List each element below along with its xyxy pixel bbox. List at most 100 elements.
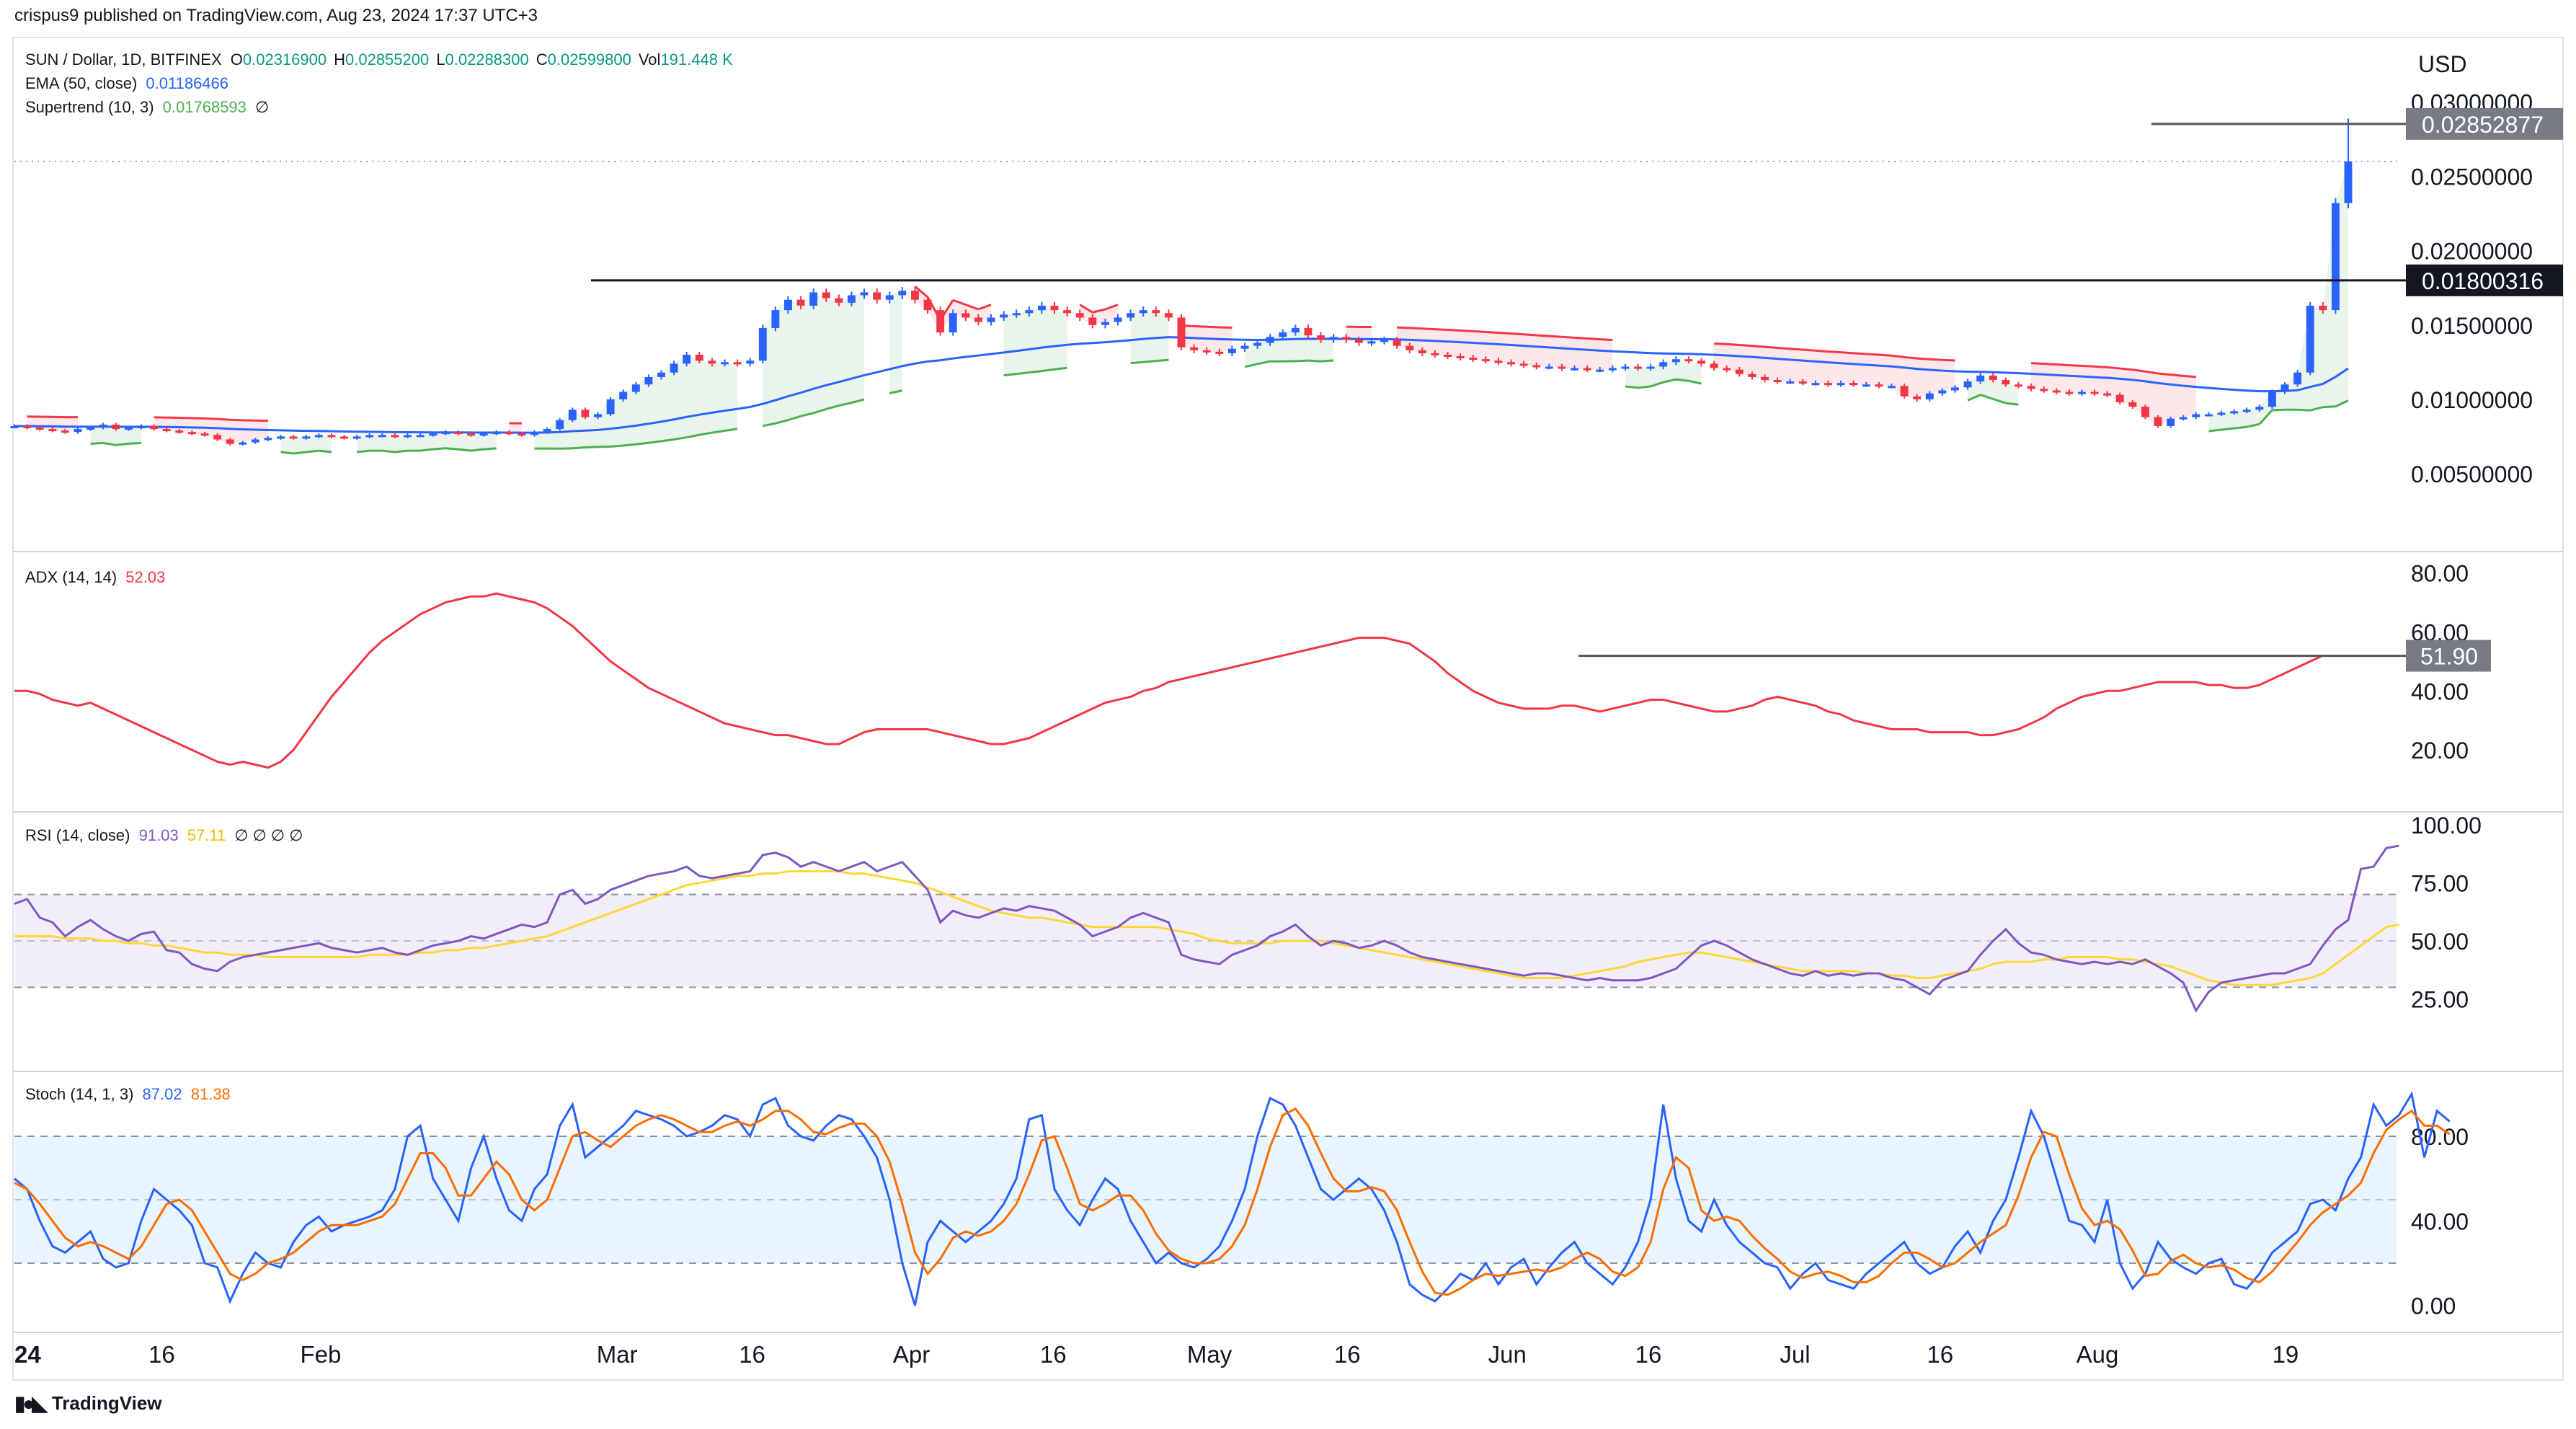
supertrend-fill	[788, 299, 801, 420]
time-tick-label: May	[1187, 1341, 1233, 1368]
symbol-label[interactable]: SUN / Dollar, 1D, BITFINEX	[25, 50, 222, 68]
supertrend-segment	[319, 449, 332, 454]
candle-body	[1671, 359, 1680, 363]
supertrend-fill	[2056, 364, 2069, 394]
supertrend-segment	[1016, 371, 1029, 376]
supertrend-segment	[1003, 373, 1017, 377]
supertrend-segment	[306, 449, 319, 454]
candle-body	[352, 436, 361, 439]
stoch-legend[interactable]: Stoch (14, 1, 3) 87.02 81.38	[25, 1085, 235, 1104]
candle-body	[2293, 372, 2302, 385]
supertrend-fill	[1587, 338, 1600, 370]
supertrend-fill	[889, 291, 902, 394]
chart-canvas[interactable]: 0.030000000.025000000.020000000.01500000…	[0, 0, 2576, 1429]
supertrend-fill	[1841, 352, 1854, 385]
supertrend-fill	[1485, 332, 1498, 363]
candle-body	[835, 298, 843, 303]
supertrend-segment	[2234, 425, 2247, 430]
candle-body	[124, 428, 133, 430]
settings-icon[interactable]: ∅	[255, 98, 269, 116]
supertrend-segment	[217, 417, 231, 421]
supertrend-fill	[319, 435, 332, 453]
time-tick-label: 16	[739, 1341, 765, 1368]
ohlc-value: 0.02316900	[242, 50, 327, 68]
time-tick-label: Apr	[893, 1341, 930, 1368]
rsi-value: 91.03	[138, 826, 179, 844]
candle-body	[404, 435, 412, 438]
price-legend: SUN / Dollar, 1D, BITFINEX O0.02316900 H0…	[25, 50, 745, 69]
supertrend-segment	[1828, 350, 1842, 354]
supertrend-segment	[1549, 335, 1563, 338]
supertrend-fill	[686, 355, 700, 438]
time-tick-label: Mar	[597, 1341, 638, 1368]
supertrend-fill	[1764, 347, 1778, 382]
supertrend-fill	[1676, 359, 1689, 381]
stoch-label: Stoch (14, 1, 3)	[25, 1085, 134, 1103]
supertrend-segment	[419, 448, 433, 452]
adx-legend[interactable]: ADX (14, 14) 52.03	[25, 568, 169, 587]
supertrend-segment	[356, 449, 370, 454]
rsi-tick-label: 50.00	[2411, 929, 2469, 955]
supertrend-fill	[1524, 334, 1537, 367]
rsi-legend[interactable]: RSI (14, close) 91.03 57.11 ∅ ∅ ∅ ∅	[25, 826, 307, 845]
candle-body	[1532, 365, 1541, 368]
candle-body	[340, 436, 348, 439]
candle-body	[1012, 313, 1021, 316]
candle-body	[467, 433, 475, 436]
candle-body	[35, 428, 44, 430]
ohlc-key: Vol	[638, 50, 661, 68]
supertrend-fill	[724, 362, 738, 431]
supertrend-segment	[1511, 332, 1524, 336]
candle-body	[1989, 375, 1997, 381]
time-tick-label: Jul	[1780, 1341, 1810, 1368]
candle-body	[594, 414, 602, 417]
supertrend-segment	[1434, 328, 1448, 331]
supertrend-segment	[2056, 363, 2069, 367]
candle-body	[1202, 350, 1211, 353]
supertrend-segment	[2005, 402, 2019, 406]
time-tick-label: 16	[148, 1341, 175, 1368]
candle-body	[644, 376, 653, 385]
supertrend-fill	[1536, 335, 1550, 367]
candle-body	[277, 436, 285, 439]
candle-body	[1608, 368, 1617, 371]
candle-body	[721, 362, 729, 365]
candle-body	[885, 295, 894, 300]
ema-legend[interactable]: EMA (50, close) 0.01186466	[25, 74, 233, 93]
candle-body	[2331, 203, 2340, 311]
candle-body	[1469, 358, 1478, 360]
candle-body	[2015, 384, 2022, 387]
candle-body	[1444, 355, 1452, 357]
candle-body	[365, 435, 374, 438]
candle-body	[2268, 391, 2276, 407]
ema-value: 0.01186466	[146, 74, 229, 92]
time-tick-label: 24	[14, 1341, 41, 1368]
supertrend-legend[interactable]: Supertrend (10, 3) 0.01768593 ∅	[25, 98, 273, 117]
supertrend-segment	[204, 417, 218, 420]
adx-line	[14, 592, 2324, 769]
supertrend-fill	[2170, 374, 2184, 419]
candle-body	[2077, 391, 2086, 394]
rsi-extra-icons: ∅ ∅ ∅ ∅	[234, 826, 303, 844]
candle-body	[2242, 410, 2251, 412]
supertrend-fill	[1828, 351, 1842, 385]
candle-body	[10, 425, 19, 428]
candle-body	[2115, 394, 2124, 402]
tradingview-logo[interactable]: ▮●◣ TradingView	[14, 1392, 162, 1415]
candle-body	[746, 360, 755, 364]
supertrend-segment	[2094, 365, 2108, 368]
rsi-tick-label: 25.00	[2411, 986, 2469, 1012]
supertrend-segment	[1714, 342, 1727, 345]
candle-body	[61, 430, 69, 433]
supertrend-segment	[2107, 366, 2120, 370]
supertrend-segment	[1397, 326, 1410, 329]
candle-body	[2065, 391, 2074, 394]
candle-body	[1177, 317, 1186, 348]
supertrend-segment	[1447, 328, 1461, 332]
candle-body	[1050, 305, 1059, 311]
supertrend-segment	[1676, 378, 1689, 382]
stoch-k-value: 87.02	[142, 1085, 182, 1103]
candle-body	[86, 428, 95, 430]
candle-body	[2128, 402, 2137, 407]
supertrend-fill	[711, 362, 725, 433]
